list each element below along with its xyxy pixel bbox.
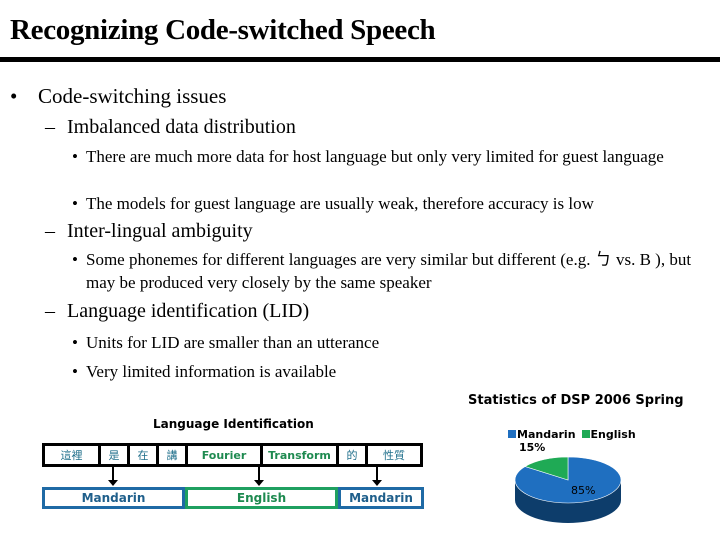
arrow-down-icon xyxy=(108,467,118,486)
segment-english: English xyxy=(185,487,338,509)
token-cell: 的 xyxy=(339,446,368,464)
chart-title: Statistics of DSP 2006 Spring xyxy=(468,393,684,408)
token-row: 這裡 是 在 講 Fourier Transform 的 性質 xyxy=(42,443,423,467)
point-text: Units for LID are smaller than an uttera… xyxy=(86,333,380,352)
sub-bullet-text: Language identification (LID) xyxy=(67,300,310,322)
point-marker: • xyxy=(72,333,78,352)
token-cell: 性質 xyxy=(383,449,405,462)
data-label-mandarin: 85% xyxy=(571,484,596,497)
point-marker: • xyxy=(72,194,78,213)
bullet-code-switching: • Code-switching issues xyxy=(10,84,226,109)
point-text: There are much more data for host langua… xyxy=(86,147,664,166)
bullet-text: Code-switching issues xyxy=(38,84,227,108)
legend-swatch xyxy=(581,430,590,438)
point-phonemes: • Some phonemes for different languages … xyxy=(72,248,712,294)
point-limited-info: • Very limited information is available xyxy=(72,360,712,383)
token-cell: 這裡 xyxy=(45,446,101,464)
sub-bullet-ambiguity: – Inter-lingual ambiguity xyxy=(45,220,253,243)
legend-item-english: English xyxy=(581,428,636,441)
arrow-down-icon xyxy=(372,467,382,486)
token-cell: 在 xyxy=(130,446,159,464)
dash-marker: – xyxy=(45,300,55,322)
point-text: Very limited information is available xyxy=(86,362,337,381)
bullet-marker: • xyxy=(10,84,18,108)
arrow-down-icon xyxy=(254,467,264,486)
segment-mandarin: Mandarin xyxy=(338,487,424,509)
point-weak-models: • The models for guest language are usua… xyxy=(72,192,712,215)
dash-marker: – xyxy=(45,220,55,242)
chart-legend: Mandarin English xyxy=(508,428,636,441)
dash-marker: – xyxy=(45,116,55,138)
slide-title: Recognizing Code-switched Speech xyxy=(10,14,436,46)
sub-bullet-imbalanced: – Imbalanced data distribution xyxy=(45,116,296,139)
language-segment-row: Mandarin English Mandarin xyxy=(42,487,424,509)
point-text: Some phonemes for different languages ar… xyxy=(86,250,692,292)
sub-bullet-lid: – Language identification (LID) xyxy=(45,300,309,323)
sub-bullet-text: Inter-lingual ambiguity xyxy=(67,220,253,242)
point-marker: • xyxy=(72,362,78,381)
point-text: The models for guest language are usuall… xyxy=(86,194,594,213)
legend-item-mandarin: Mandarin xyxy=(508,428,576,441)
token-cell: 是 xyxy=(101,446,130,464)
legend-label: English xyxy=(590,428,636,441)
point-marker: • xyxy=(72,250,78,269)
point-marker: • xyxy=(72,147,78,166)
lid-diagram-title: Language Identification xyxy=(153,417,314,431)
point-host-language: • There are much more data for host lang… xyxy=(72,145,712,168)
title-underline xyxy=(0,57,720,62)
legend-swatch xyxy=(508,430,516,438)
sub-bullet-text: Imbalanced data distribution xyxy=(67,116,296,138)
token-cell: Fourier xyxy=(188,446,263,464)
legend-label: Mandarin xyxy=(517,428,576,441)
token-cell: Transform xyxy=(263,446,339,464)
pie-chart xyxy=(514,456,622,523)
segment-mandarin: Mandarin xyxy=(42,487,185,509)
token-cell: 講 xyxy=(159,446,188,464)
data-label-english: 15% xyxy=(519,441,546,454)
point-units: • Units for LID are smaller than an utte… xyxy=(72,331,712,354)
